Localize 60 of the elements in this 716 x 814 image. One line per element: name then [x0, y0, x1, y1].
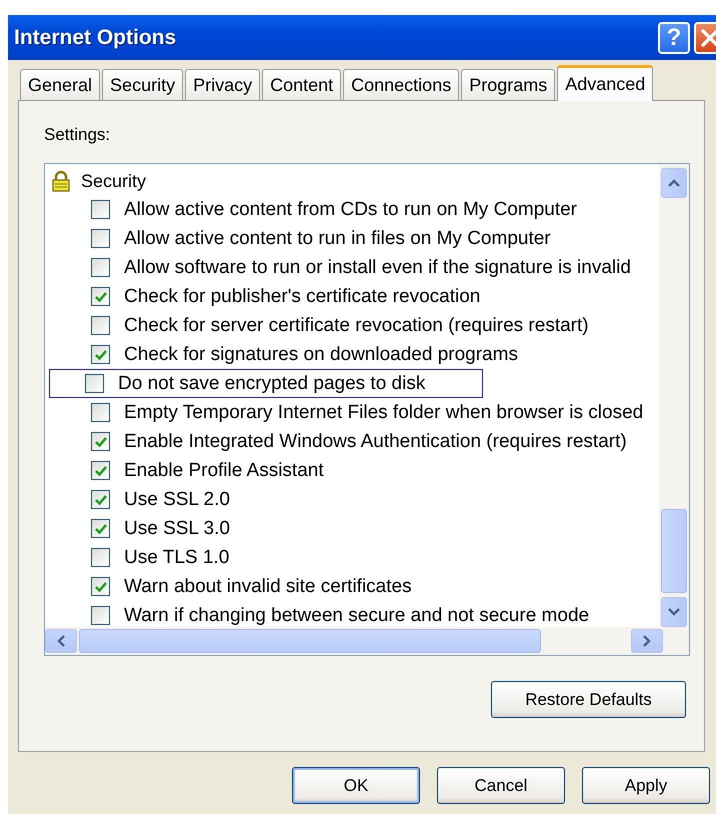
check-icon [94, 580, 108, 594]
horizontal-scrollbar[interactable] [45, 627, 689, 655]
dialog-button[interactable]: Cancel [437, 767, 565, 804]
setting-item[interactable]: Warn if changing between secure and not secure mode [45, 601, 659, 630]
checkbox[interactable] [91, 316, 110, 335]
settings-label: Settings: [44, 125, 110, 145]
setting-item[interactable]: Check for publisher's certificate revocation [45, 282, 659, 311]
tab[interactable]: Content [262, 69, 342, 100]
checkbox[interactable] [85, 374, 104, 393]
checkbox[interactable] [91, 548, 110, 567]
checkbox[interactable] [91, 606, 110, 625]
checkbox[interactable] [91, 490, 110, 509]
setting-item[interactable]: Use SSL 3.0 [45, 514, 659, 543]
dialog-button[interactable]: OK [292, 767, 420, 804]
setting-item[interactable]: Enable Profile Assistant [45, 456, 659, 485]
scroll-thumb[interactable] [79, 629, 541, 653]
checkbox[interactable] [91, 345, 110, 364]
restore-defaults-button[interactable]: Restore Defaults [491, 681, 686, 718]
tab[interactable]: General [20, 69, 100, 100]
tab[interactable]: Connections [343, 69, 460, 100]
setting-item[interactable]: Warn about invalid site certificates [45, 572, 659, 601]
vertical-scrollbar[interactable] [659, 164, 689, 627]
check-icon [94, 492, 108, 506]
setting-item[interactable]: Use SSL 2.0 [45, 485, 659, 514]
checkbox[interactable] [91, 461, 110, 480]
checkbox[interactable] [91, 287, 110, 306]
scroll-down-button[interactable] [661, 597, 687, 627]
lock-icon [51, 170, 71, 192]
setting-item[interactable]: Allow software to run or install even if the signature is invalid [45, 253, 659, 282]
tab[interactable]: Programs [461, 69, 556, 100]
setting-item[interactable]: Use TLS 1.0 [45, 543, 659, 572]
check-icon [94, 464, 108, 478]
dialog-button[interactable]: Apply [582, 767, 710, 804]
check-icon [94, 434, 108, 448]
setting-item[interactable]: Enable Integrated Windows Authentication (requires restart) [45, 427, 659, 456]
scroll-up-button[interactable] [661, 168, 687, 198]
setting-item[interactable]: Do not save encrypted pages to disk [49, 369, 483, 398]
check-icon [94, 522, 108, 536]
window-title: Internet Options [14, 26, 178, 50]
scroll-thumb[interactable] [661, 509, 687, 593]
scroll-left-button[interactable] [45, 629, 77, 653]
checkbox[interactable] [91, 432, 110, 451]
tab[interactable]: Advanced [557, 65, 654, 101]
setting-item[interactable]: Check for server certificate revocation (requires restart) [45, 311, 659, 340]
checkbox[interactable] [91, 258, 110, 277]
checkbox[interactable] [91, 577, 110, 596]
setting-item[interactable]: Allow active content from CDs to run on My Computer [45, 195, 659, 224]
check-icon [94, 348, 108, 362]
setting-item[interactable]: Check for signatures on downloaded programs [45, 340, 659, 369]
group-label: Security [81, 170, 146, 192]
scroll-right-button[interactable] [631, 629, 663, 653]
check-icon [94, 290, 108, 304]
checkbox[interactable] [91, 229, 110, 248]
tab[interactable]: Security [102, 69, 184, 100]
setting-item[interactable]: Allow active content to run in files on My Computer [45, 224, 659, 253]
checkbox[interactable] [91, 200, 110, 219]
checkbox[interactable] [91, 403, 110, 422]
setting-item[interactable]: Empty Temporary Internet Files folder when browser is closed [45, 398, 659, 427]
checkbox[interactable] [91, 519, 110, 538]
tab[interactable]: Privacy [185, 69, 260, 100]
